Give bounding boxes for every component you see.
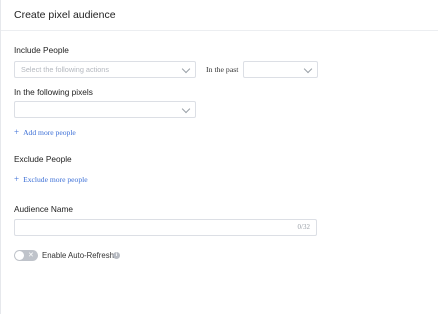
character-counter: 0/32	[297, 223, 310, 231]
audience-name-input[interactable]: 0/32	[14, 219, 317, 236]
create-audience-panel: Create pixel audience Include People Sel…	[0, 0, 438, 314]
close-icon: ✕	[28, 252, 34, 259]
add-more-people-link[interactable]: + Add more people	[14, 127, 76, 138]
panel-title: Create pixel audience	[14, 9, 116, 21]
pixels-select[interactable]	[14, 101, 196, 118]
time-period-select[interactable]	[243, 61, 318, 78]
exclude-more-people-link[interactable]: + Exclude more people	[14, 174, 88, 185]
auto-refresh-toggle[interactable]: ✕	[14, 250, 38, 261]
auto-refresh-label: Enable Auto-Refresh	[42, 251, 114, 260]
pixels-label: In the following pixels	[14, 87, 93, 97]
include-people-label: Include People	[14, 45, 69, 55]
info-icon[interactable]: i	[113, 252, 120, 259]
actions-select[interactable]: Select the following actions	[14, 61, 196, 78]
panel-header: Create pixel audience	[1, 0, 438, 31]
plus-icon: +	[14, 127, 20, 137]
toggle-knob	[15, 251, 24, 260]
actions-select-placeholder: Select the following actions	[21, 65, 110, 74]
exclude-people-label: Exclude People	[14, 154, 72, 164]
add-more-people-label: Add more people	[23, 128, 76, 137]
chevron-down-icon	[181, 104, 191, 114]
in-the-past-label: In the past	[206, 65, 239, 74]
chevron-down-icon	[303, 64, 313, 74]
plus-icon: +	[14, 174, 20, 184]
chevron-down-icon	[181, 64, 191, 74]
exclude-more-people-label: Exclude more people	[23, 175, 88, 184]
audience-name-label: Audience Name	[14, 204, 74, 214]
